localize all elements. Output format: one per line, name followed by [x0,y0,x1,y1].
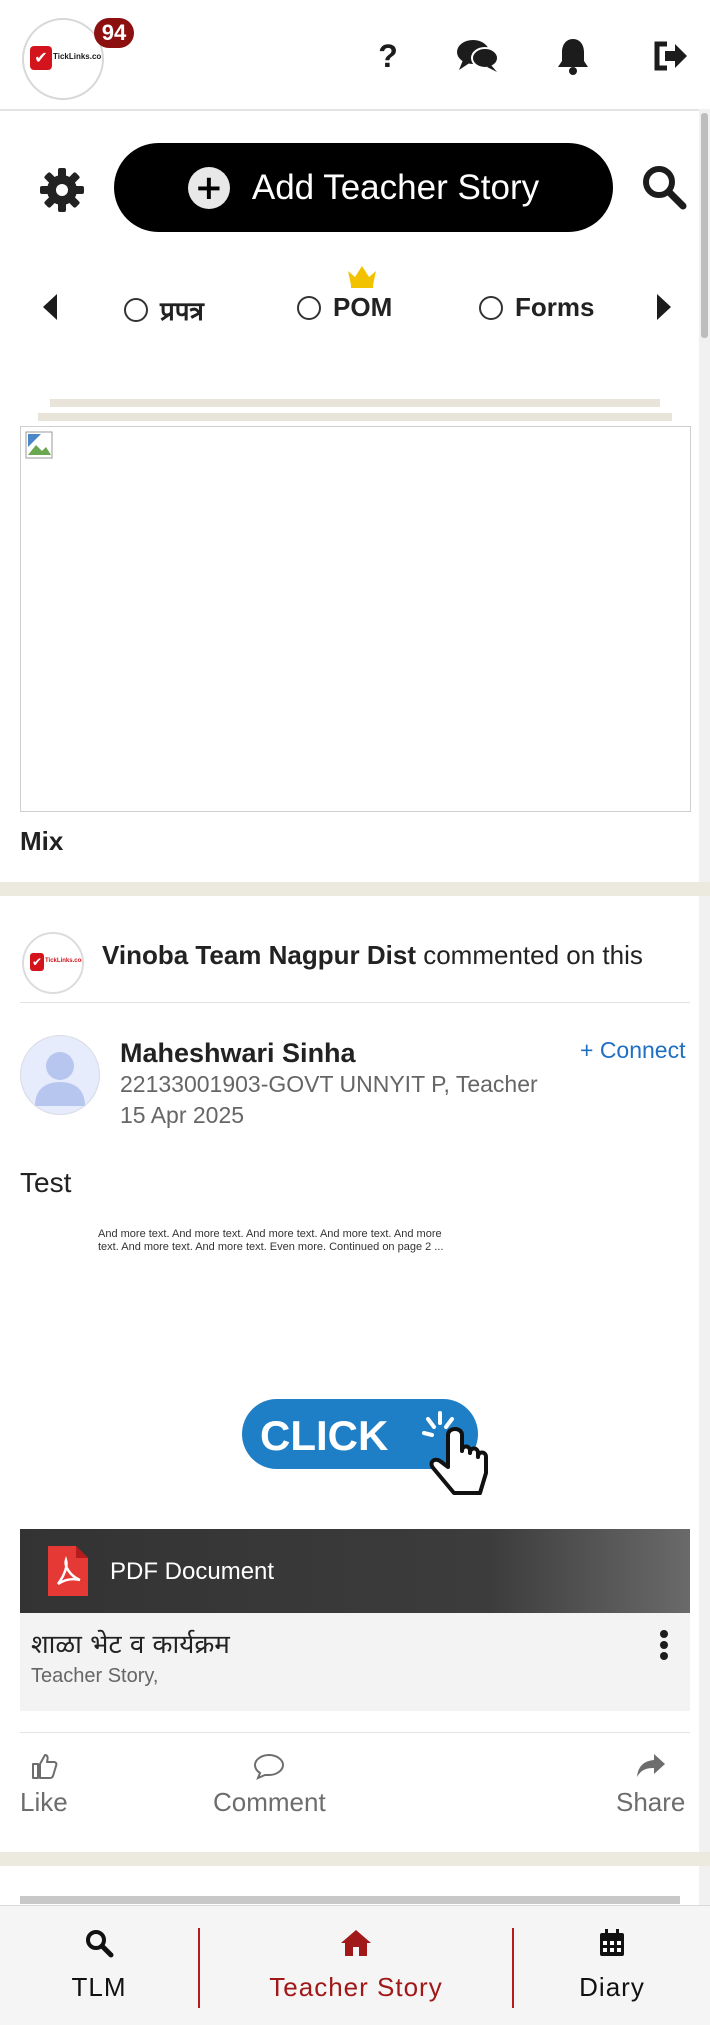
nav-item-diary[interactable]: Diary [514,1906,710,2025]
filter-label: POM [333,292,393,322]
add-teacher-story-label: Add Teacher Story [251,167,540,207]
document-category: Teacher Story, [31,1665,159,1687]
radio-button[interactable] [297,295,321,320]
logo-text: TickLinks.com [45,958,84,964]
thumbs-up-icon [31,1754,58,1779]
gear-icon[interactable] [38,166,86,214]
more-options-icon[interactable] [658,1629,670,1661]
share-button[interactable]: Share [616,1752,685,1818]
bell-icon[interactable] [551,34,595,78]
page-scrollbar[interactable] [699,109,710,1905]
app-logo[interactable]: ✔ TickLinks.com [22,18,104,100]
filter-radio-forms[interactable]: Forms [479,292,594,323]
card-stack-edge [38,413,672,421]
nav-item-teacher-story[interactable]: Teacher Story [200,1906,512,2025]
feed-separator [0,882,710,896]
post-caption: Mix [20,826,64,856]
nav-label: TLM [71,1972,127,2002]
document-title: शाळा भेट व कार्यक्रम [31,1630,230,1660]
pdf-attachment-bar[interactable]: PDF Document [20,1529,690,1613]
share-icon [636,1754,665,1777]
feed-separator [0,1852,710,1866]
post-date: 15 Apr 2025 [120,1102,245,1128]
search-icon [86,1930,114,1958]
crown-icon [346,263,378,289]
chat-icon[interactable] [456,34,500,78]
add-teacher-story-button[interactable]: + Add Teacher Story [114,143,613,232]
click-banner[interactable]: CLICK [240,1395,500,1505]
share-label: Share [616,1787,686,1817]
broken-image-icon [25,431,55,461]
radio-button[interactable] [124,298,148,322]
like-button[interactable]: Like [20,1752,68,1818]
connect-button[interactable]: + Connect [580,1037,686,1064]
search-icon[interactable] [641,164,687,210]
plus-circle-icon: + [187,166,230,209]
top-header: ✔ TickLinks.com 94 ? [0,0,710,111]
scrollbar-thumb[interactable] [701,113,708,338]
radio-button[interactable] [479,295,503,320]
card-stack-edge [50,399,660,407]
logo-text: TickLinks.com [53,52,104,61]
scroll-right-arrow[interactable] [651,292,675,322]
actor-name[interactable]: Vinoba Team Nagpur Dist [102,940,416,970]
logout-icon[interactable] [650,34,694,78]
post-text: Test [20,1167,72,1198]
calendar-icon [600,1929,624,1956]
author-name[interactable]: Maheshwari Sinha [120,1038,356,1069]
document-info[interactable]: शाळा भेट व कार्यक्रम Teacher Story, [20,1613,690,1711]
filter-radio-prapatra[interactable]: प्रपत्र [124,292,204,328]
actor-avatar[interactable]: ✔ TickLinks.com [22,932,84,994]
author-meta: 22133001903-GOVT UNNYIT P, Teacher [120,1071,538,1097]
author-avatar[interactable] [20,1035,100,1115]
document-preview-snippet: And more text. And more text. And more t… [98,1228,444,1253]
divider [20,1002,690,1003]
like-label: Like [20,1787,68,1817]
activity-line: Vinoba Team Nagpur Dist commented on thi… [102,940,643,971]
post-image[interactable] [20,426,691,812]
attachment-type-label: PDF Document [110,1558,275,1585]
click-label: CLICK [260,1412,388,1459]
next-card-edge [20,1896,680,1904]
logo-check-icon: ✔ [30,953,44,971]
notification-count-badge: 94 [94,18,134,48]
logo-check-icon: ✔ [30,46,52,70]
nav-label: Diary [579,1972,645,2002]
nav-item-tlm[interactable]: TLM [0,1906,198,2025]
home-icon [341,1930,371,1956]
nav-label: Teacher Story [269,1972,443,2002]
bottom-navigation: TLM Teacher Story Diary [0,1905,710,2025]
scroll-left-arrow[interactable] [39,292,63,322]
filter-label: Forms [515,292,595,322]
comment-label: Comment [213,1787,326,1817]
pdf-file-icon [48,1546,88,1596]
help-icon[interactable]: ? [366,34,410,78]
activity-text: commented on this [415,940,643,970]
filter-label: प्रपत्र [160,296,204,326]
divider [20,1732,690,1733]
filter-radio-pom[interactable]: POM [297,292,392,323]
comment-icon [254,1753,285,1780]
comment-button[interactable]: Comment [213,1752,326,1818]
